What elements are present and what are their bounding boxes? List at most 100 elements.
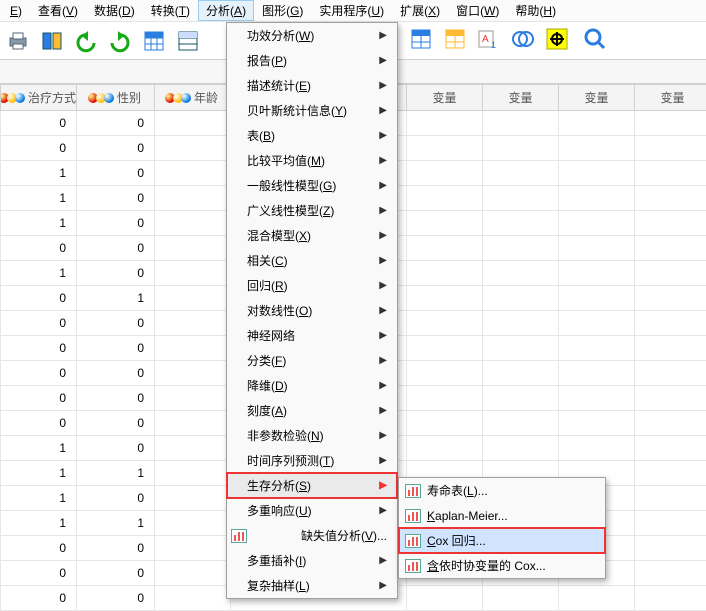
cell[interactable]: 1 [1,436,77,461]
cell[interactable] [559,111,635,136]
cell[interactable] [559,186,635,211]
cell[interactable] [483,136,559,161]
cell[interactable]: 1 [1,211,77,236]
cell[interactable] [407,411,483,436]
cell[interactable] [407,236,483,261]
cell[interactable]: 0 [77,561,155,586]
cell[interactable] [635,586,706,611]
cell[interactable]: 0 [77,111,155,136]
cell[interactable] [483,161,559,186]
cell[interactable] [559,586,635,611]
cell[interactable]: 0 [1,311,77,336]
cell[interactable] [559,286,635,311]
menu-item[interactable]: 回归(R)▶ [227,273,397,298]
cell[interactable]: 1 [77,286,155,311]
cell[interactable]: 0 [1,361,77,386]
cell[interactable] [559,136,635,161]
column-header[interactable]: 变量 [483,85,559,111]
redo-icon[interactable] [106,27,134,55]
cell[interactable] [483,211,559,236]
cell[interactable]: 0 [1,286,77,311]
menu-item[interactable]: 比较平均值(M)▶ [227,148,397,173]
cell[interactable]: 1 [1,511,77,536]
cell[interactable]: 0 [1,111,77,136]
cell[interactable] [635,136,706,161]
menu-item[interactable]: 多重插补(I)▶ [227,548,397,573]
menu-item[interactable]: 非参数检验(N)▶ [227,423,397,448]
cell[interactable]: 0 [1,386,77,411]
cell[interactable]: 1 [1,461,77,486]
cell[interactable]: 0 [77,386,155,411]
cell[interactable]: 0 [77,411,155,436]
menu-item[interactable]: 对数线性(O)▶ [227,298,397,323]
cell[interactable] [559,211,635,236]
cell[interactable] [483,336,559,361]
cell[interactable] [635,461,706,486]
cell[interactable] [407,311,483,336]
cell[interactable] [155,261,231,286]
cell[interactable]: 0 [1,536,77,561]
column-header[interactable]: 性别 [77,85,155,111]
cell[interactable] [155,111,231,136]
cell[interactable] [155,161,231,186]
cell[interactable] [635,561,706,586]
menu-item[interactable]: 图形(G) [254,0,311,21]
cell[interactable] [407,261,483,286]
cell[interactable] [635,186,706,211]
menu-item[interactable]: 描述统计(E)▶ [227,73,397,98]
print-icon[interactable] [4,27,32,55]
grid1-icon[interactable] [140,27,168,55]
cell[interactable] [559,161,635,186]
cell[interactable] [635,511,706,536]
cell[interactable]: 0 [77,336,155,361]
column-header[interactable]: 变量 [635,85,706,111]
cell[interactable]: 0 [77,311,155,336]
cell[interactable] [635,111,706,136]
menu-item[interactable]: 分类(F)▶ [227,348,397,373]
submenu-item[interactable]: Kaplan-Meier... [399,503,605,528]
cell[interactable] [559,386,635,411]
cell[interactable]: 0 [77,236,155,261]
cell[interactable] [407,161,483,186]
label-icon[interactable]: A1 [475,25,503,53]
cell[interactable] [559,261,635,286]
cell[interactable]: 0 [77,436,155,461]
cell[interactable] [407,136,483,161]
cell[interactable]: 0 [77,536,155,561]
cell[interactable] [635,411,706,436]
menu-item[interactable]: 时间序列预测(T)▶ [227,448,397,473]
cell[interactable] [407,361,483,386]
cell[interactable] [407,186,483,211]
cell[interactable]: 0 [77,211,155,236]
cell[interactable] [407,386,483,411]
menu-item[interactable]: 神经网络▶ [227,323,397,348]
cell[interactable] [155,211,231,236]
menu-item[interactable]: 帮助(H) [507,0,564,21]
cell[interactable] [483,261,559,286]
target-icon[interactable] [543,25,571,53]
menu-item[interactable]: 窗口(W) [448,0,507,21]
search-icon[interactable] [577,25,613,53]
menu-item[interactable]: 查看(V) [30,0,86,21]
submenu-item[interactable]: 含依时协变量的 Cox... [399,553,605,578]
cell[interactable] [407,211,483,236]
menu-item[interactable]: 贝叶斯统计信息(Y)▶ [227,98,397,123]
menu-item[interactable]: 刻度(A)▶ [227,398,397,423]
cell[interactable] [483,436,559,461]
cell[interactable] [483,586,559,611]
cell[interactable] [155,336,231,361]
cell[interactable] [559,311,635,336]
column-header[interactable]: 变量 [407,85,483,111]
menu-item[interactable]: 缺失值分析(V)... [227,523,397,548]
cell[interactable] [635,536,706,561]
cell[interactable]: 0 [1,561,77,586]
cell[interactable] [483,311,559,336]
cell[interactable]: 1 [1,261,77,286]
venn-icon[interactable] [509,25,537,53]
cell[interactable]: 0 [77,261,155,286]
cell[interactable] [155,511,231,536]
menu-item[interactable]: 复杂抽样(L)▶ [227,573,397,598]
cell[interactable] [155,386,231,411]
column-header[interactable]: 变量 [559,85,635,111]
cell[interactable]: 0 [1,236,77,261]
